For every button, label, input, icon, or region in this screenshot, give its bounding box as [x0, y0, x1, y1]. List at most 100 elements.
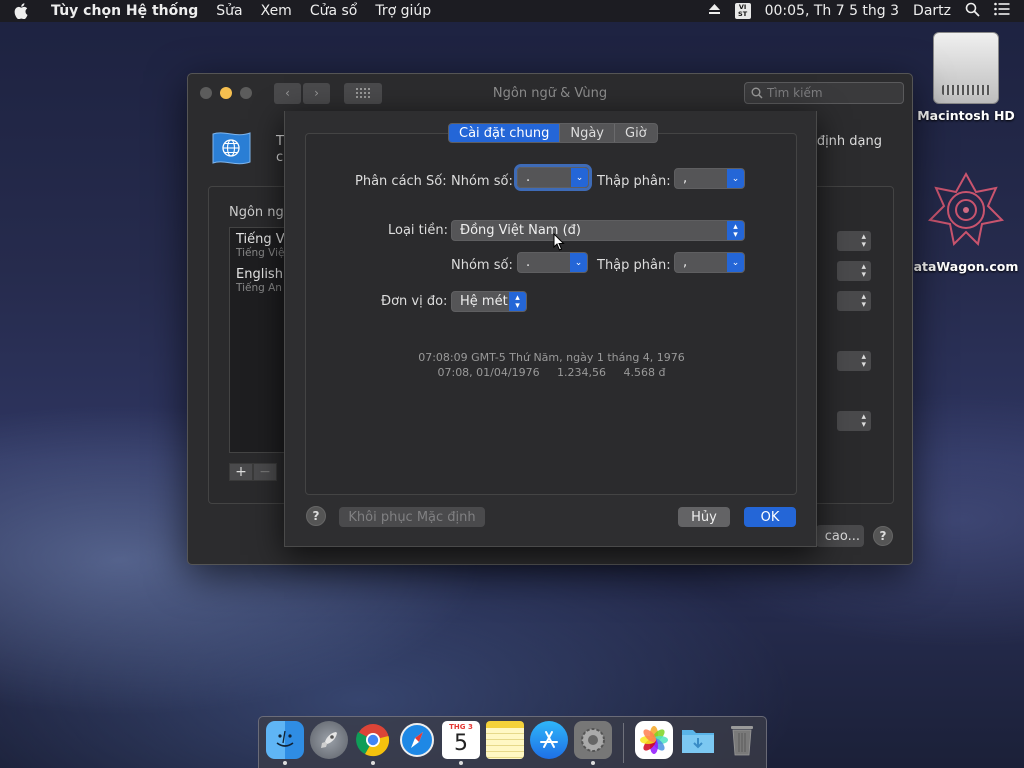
updown-chevron-icon: ▴ ▾ — [861, 232, 866, 250]
currency-grouping-popup[interactable]: . ⌄ — [517, 252, 588, 273]
chrome-icon — [354, 721, 392, 759]
menu-edit[interactable]: Sửa — [207, 3, 251, 19]
grouping-label: Nhóm số: — [451, 174, 513, 189]
desktop-datawagon-label: ataWagon.com — [913, 259, 1019, 274]
apple-menu-icon[interactable] — [0, 3, 42, 19]
updown-chevron-icon: ▴ ▾ — [727, 221, 744, 240]
list-item[interactable]: English Tiếng An — [230, 263, 288, 298]
tab-general[interactable]: Cài đặt chung — [449, 124, 561, 142]
menu-window[interactable]: Cửa sổ — [301, 3, 367, 19]
tab-times[interactable]: Giờ — [615, 124, 657, 142]
header-description-tail: định dạng — [816, 134, 882, 149]
menubar-clock[interactable]: 00:05, Th 7 5 thg 3 — [765, 3, 899, 19]
decimal-label: Thập phân: — [597, 174, 671, 189]
currency-label: Loại tiền: — [388, 223, 449, 238]
temperature-popup[interactable]: ▴ ▾ — [837, 351, 871, 371]
dock-trash[interactable] — [722, 721, 762, 765]
updown-chevron-icon: ▴ ▾ — [861, 292, 866, 310]
gear-icon — [574, 720, 612, 759]
dock-launchpad[interactable] — [309, 720, 349, 765]
number-separators-label: Phân cách Số: — [355, 174, 447, 189]
dock-system-preferences[interactable] — [573, 720, 613, 765]
header-description-line1: T — [276, 134, 284, 149]
advanced-sheet: Cài đặt chung Ngày Giờ Phân cách Số: Nhó… — [284, 111, 817, 547]
eject-icon[interactable] — [708, 3, 721, 19]
sheet-help-button[interactable]: ? — [306, 506, 326, 526]
window-help-button[interactable]: ? — [873, 526, 893, 546]
menu-help[interactable]: Trợ giúp — [366, 3, 440, 19]
list-item[interactable]: Tiếng V Tiếng Việ — [230, 228, 288, 263]
dock-chrome[interactable] — [353, 721, 393, 765]
chevron-down-icon: ⌄ — [571, 168, 588, 187]
header-description: T c — [276, 134, 284, 166]
menu-view[interactable]: Xem — [252, 3, 301, 19]
currency-decimal-popup[interactable]: , ⌄ — [674, 252, 745, 273]
datawagon-logo-icon — [927, 171, 1005, 247]
close-window-button[interactable] — [200, 87, 212, 99]
desktop-macintosh-hd[interactable]: Macintosh HD — [916, 32, 1016, 123]
launchpad-rocket-icon — [310, 720, 348, 759]
dock-app-store[interactable] — [529, 720, 569, 765]
header-description-line2: c — [276, 150, 284, 165]
cancel-button[interactable]: Hủy — [678, 507, 730, 527]
finder-icon — [266, 720, 304, 759]
decimal-popup[interactable]: , ⌄ — [674, 168, 745, 189]
updown-chevron-icon: ▴ ▾ — [861, 262, 866, 280]
dock-safari[interactable] — [397, 721, 437, 765]
search-icon — [751, 87, 763, 99]
menubar-user[interactable]: Dartz — [913, 3, 951, 19]
dock-calendar[interactable]: THG 3 5 — [441, 720, 481, 765]
spotlight-search-icon[interactable] — [965, 2, 980, 21]
language-subtitle: Tiếng An — [236, 282, 282, 294]
search-field[interactable] — [744, 82, 904, 104]
notification-center-icon[interactable] — [994, 2, 1010, 20]
running-indicator — [459, 760, 463, 765]
currency-decimal-value: , — [683, 255, 688, 270]
grouping-popup[interactable]: . ⌄ — [514, 164, 592, 191]
dock-finder[interactable] — [265, 720, 305, 765]
back-button[interactable]: ‹ — [274, 82, 301, 104]
input-source-label: VI ST — [738, 3, 748, 18]
desktop-macintosh-hd-label: Macintosh HD — [917, 108, 1015, 123]
tab-dates[interactable]: Ngày — [560, 124, 615, 142]
running-indicator — [371, 760, 375, 765]
dock-separator — [623, 722, 624, 763]
desktop-datawagon[interactable]: ataWagon.com — [906, 170, 1024, 274]
dock-photos[interactable] — [634, 720, 674, 765]
notes-icon — [486, 720, 524, 759]
input-source-icon[interactable]: VI ST — [734, 3, 751, 19]
currency-popup[interactable]: Đồng Việt Nam (đ) ▴ ▾ — [451, 220, 745, 241]
running-indicator — [591, 760, 595, 765]
sample-number-line: 07:08, 01/04/1976 1.234,56 4.568 đ — [437, 366, 666, 379]
sheet-tabs: Cài đặt chung Ngày Giờ — [448, 123, 658, 143]
list-sort-popup[interactable]: ▴ ▾ — [837, 411, 871, 431]
window-titlebar: ‹ › Ngôn ngữ & Vùng — [188, 74, 912, 112]
chevron-down-icon: ⌄ — [570, 253, 587, 272]
sample-date-line: 07:08:09 GMT-5 Thứ Năm, ngày 1 tháng 4, … — [418, 351, 685, 364]
chevron-right-icon: › — [314, 86, 319, 100]
advanced-button[interactable]: cao... — [816, 525, 864, 547]
currency-decimal-label: Thập phân: — [597, 258, 671, 273]
restore-defaults-button[interactable]: Khôi phục Mặc định — [339, 507, 485, 527]
updown-chevron-icon: ▴ ▾ — [509, 292, 526, 311]
zoom-window-button[interactable] — [240, 87, 252, 99]
menu-app-name[interactable]: Tùy chọn Hệ thống — [42, 3, 207, 19]
updown-chevron-icon: ▴ ▾ — [861, 352, 866, 370]
search-input[interactable] — [767, 86, 887, 100]
minimize-window-button[interactable] — [220, 87, 232, 99]
add-language-button[interactable]: + — [229, 463, 253, 481]
first-day-popup[interactable]: ▴ ▾ — [837, 261, 871, 281]
region-popup[interactable]: ▴ ▾ — [837, 231, 871, 251]
language-list[interactable]: Tiếng V Tiếng Việ English Tiếng An — [229, 227, 289, 453]
ok-button[interactable]: OK — [744, 507, 796, 527]
measure-units-popup[interactable]: Hệ mét ▴ ▾ — [451, 291, 527, 312]
calendar-popup[interactable]: ▴ ▾ — [837, 291, 871, 311]
forward-button[interactable]: › — [303, 82, 330, 104]
chevron-down-icon: ⌄ — [727, 169, 744, 188]
calendar-icon: THG 3 5 — [442, 720, 480, 759]
show-all-button[interactable] — [344, 82, 382, 104]
dock-notes[interactable] — [485, 720, 525, 765]
chevron-left-icon: ‹ — [285, 86, 290, 100]
dock-downloads-folder[interactable] — [678, 721, 718, 765]
remove-language-button[interactable]: − — [253, 463, 277, 481]
